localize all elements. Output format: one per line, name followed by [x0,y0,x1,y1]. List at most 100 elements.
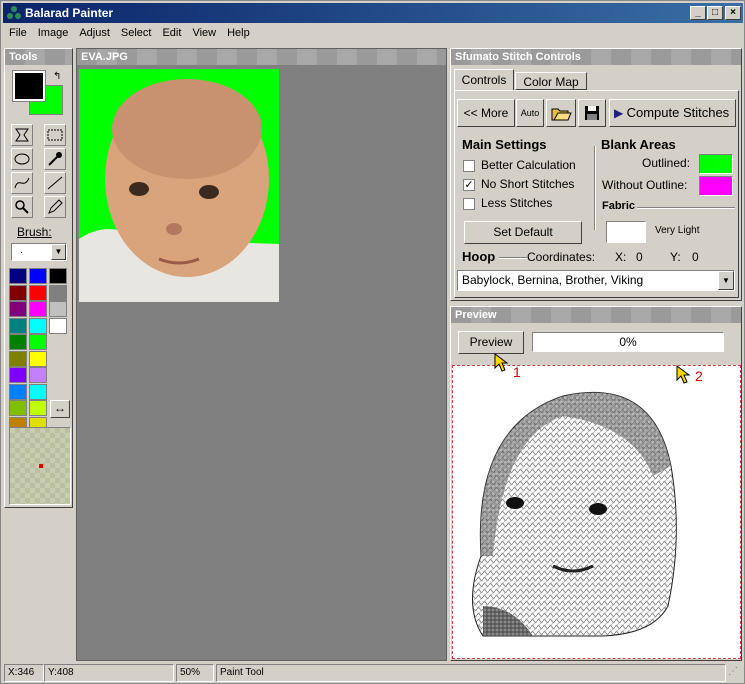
menu-file[interactable]: File [3,24,32,39]
chevron-down-icon[interactable]: ▼ [51,244,66,260]
without-outline-color-swatch[interactable] [699,176,733,196]
tool-rect-select[interactable] [44,124,66,146]
coordinates-label: Coordinates: [527,250,596,264]
preview-panel-title: Preview [451,307,741,323]
outlined-color-swatch[interactable] [699,154,733,174]
navigator-marker [39,464,43,468]
cursor-icon [676,365,692,388]
progress-text: 0% [619,335,637,349]
palette-swatch[interactable] [29,317,47,334]
more-button[interactable]: << More [457,99,515,127]
fabric-color-swatch[interactable] [606,221,646,243]
auto-button[interactable]: Auto [516,99,544,127]
palette-swatch[interactable] [29,383,47,400]
menu-adjust[interactable]: Adjust [73,24,115,39]
tool-pencil[interactable] [44,196,66,218]
maximize-button[interactable]: □ [707,6,723,20]
hoop-divider [499,257,527,259]
fabric-value: Very Light [655,225,700,236]
tool-curve[interactable] [11,172,33,194]
palette-swatch[interactable] [29,350,47,367]
save-icon [585,106,599,120]
palette-swatch[interactable] [9,383,27,400]
palette-swatch[interactable] [49,284,67,301]
palette-swatch[interactable] [29,268,47,284]
title-bar[interactable]: Balarad Painter _ □ × [3,3,743,23]
no-short-stitches-checkbox[interactable]: ✓ [463,179,475,191]
palette-swatch[interactable] [9,268,27,284]
save-button[interactable] [578,99,606,127]
tool-line[interactable] [44,172,66,194]
machine-value: Babylock, Bernina, Brother, Viking [462,273,644,287]
tab-color-map[interactable]: Color Map [515,72,587,90]
palette-swatch[interactable] [49,301,67,317]
open-folder-button[interactable] [546,99,576,127]
stitch-preview-image [472,391,677,637]
app-window: Balarad Painter _ □ × File Image Adjust Sel… [0,0,745,684]
baby-photo [79,79,279,302]
navigator-thumbnail[interactable] [9,427,71,505]
tool-zoom[interactable] [11,196,33,218]
compute-stitches-button[interactable]: ▶ Compute Stitches [609,99,736,127]
palette-swatch[interactable] [9,334,27,350]
without-outline-label: Without Outline: [602,178,688,192]
window-title: Balarad Painter [25,6,114,20]
palette-swatch[interactable] [29,301,47,317]
outlined-label: Outlined: [642,156,691,170]
minimize-button[interactable]: _ [690,6,706,20]
status-zoom: 50% [176,664,214,682]
menu-help[interactable]: Help [221,24,255,39]
preview-button[interactable]: Preview [458,331,524,354]
less-stitches-label: Less Stitches [481,196,553,210]
tool-ellipse-select[interactable] [11,148,33,170]
resize-grip-icon[interactable]: ⋰ [728,666,742,680]
palette-swatch[interactable] [29,400,47,416]
palette-swatch[interactable] [9,350,27,367]
palette-swatch[interactable] [9,400,27,416]
main-settings-divider [594,146,596,230]
better-calculation-label: Better Calculation [481,158,576,172]
brush-value: . [20,244,24,256]
chevron-down-icon[interactable]: ▼ [718,271,734,290]
canvas-panel-title: EVA.JPG [77,49,446,65]
palette-swatch[interactable] [29,284,47,301]
palette-swatch[interactable] [29,334,47,350]
menu-view[interactable]: View [186,24,221,39]
tool-eyedropper[interactable] [44,148,66,170]
menu-image[interactable]: Image [32,24,74,39]
palette-swatch[interactable] [9,367,27,383]
swap-colors-icon[interactable]: ↰ [53,71,61,82]
app-icon [6,5,22,21]
palette-swatch[interactable] [49,268,67,284]
better-calculation-checkbox[interactable] [463,160,475,172]
status-x: X:346 [4,664,44,682]
preview-canvas[interactable] [452,365,741,659]
close-button[interactable]: × [725,6,741,20]
palette-swatch[interactable] [9,317,27,334]
machine-select[interactable]: Babylock, Bernina, Brother, Viking ▼ [457,270,735,291]
set-default-button[interactable]: Set Default [464,221,582,244]
palette-swatch[interactable] [49,317,67,334]
palette-resize-button[interactable]: ↔ [50,400,70,418]
tool-lasso[interactable] [11,124,33,146]
less-stitches-checkbox[interactable] [463,198,475,210]
x-value: 0 [636,250,643,264]
canvas-image[interactable] [79,69,279,302]
marker-1-label: 1 [513,364,521,380]
palette-swatch[interactable] [9,284,27,301]
brush-select[interactable]: . ▼ [11,243,67,261]
palette-swatch[interactable] [9,301,27,317]
y-value: 0 [692,250,699,264]
stitch-controls-panel: Sfumato Stitch Controls Controls Color M… [450,48,742,301]
canvas-panel: EVA.JPG [76,48,447,661]
menu-edit[interactable]: Edit [156,24,186,39]
compute-stitches-label: Compute Stitches [626,105,730,120]
color-palette [9,268,71,448]
no-short-stitches-label: No Short Stitches [481,177,575,191]
menu-select[interactable]: Select [115,24,157,39]
stitch-panel-title: Sfumato Stitch Controls [451,49,741,65]
foreground-color[interactable] [12,70,46,102]
tab-controls[interactable]: Controls [454,69,514,90]
main-settings-heading: Main Settings [462,137,547,152]
palette-swatch[interactable] [29,367,47,383]
